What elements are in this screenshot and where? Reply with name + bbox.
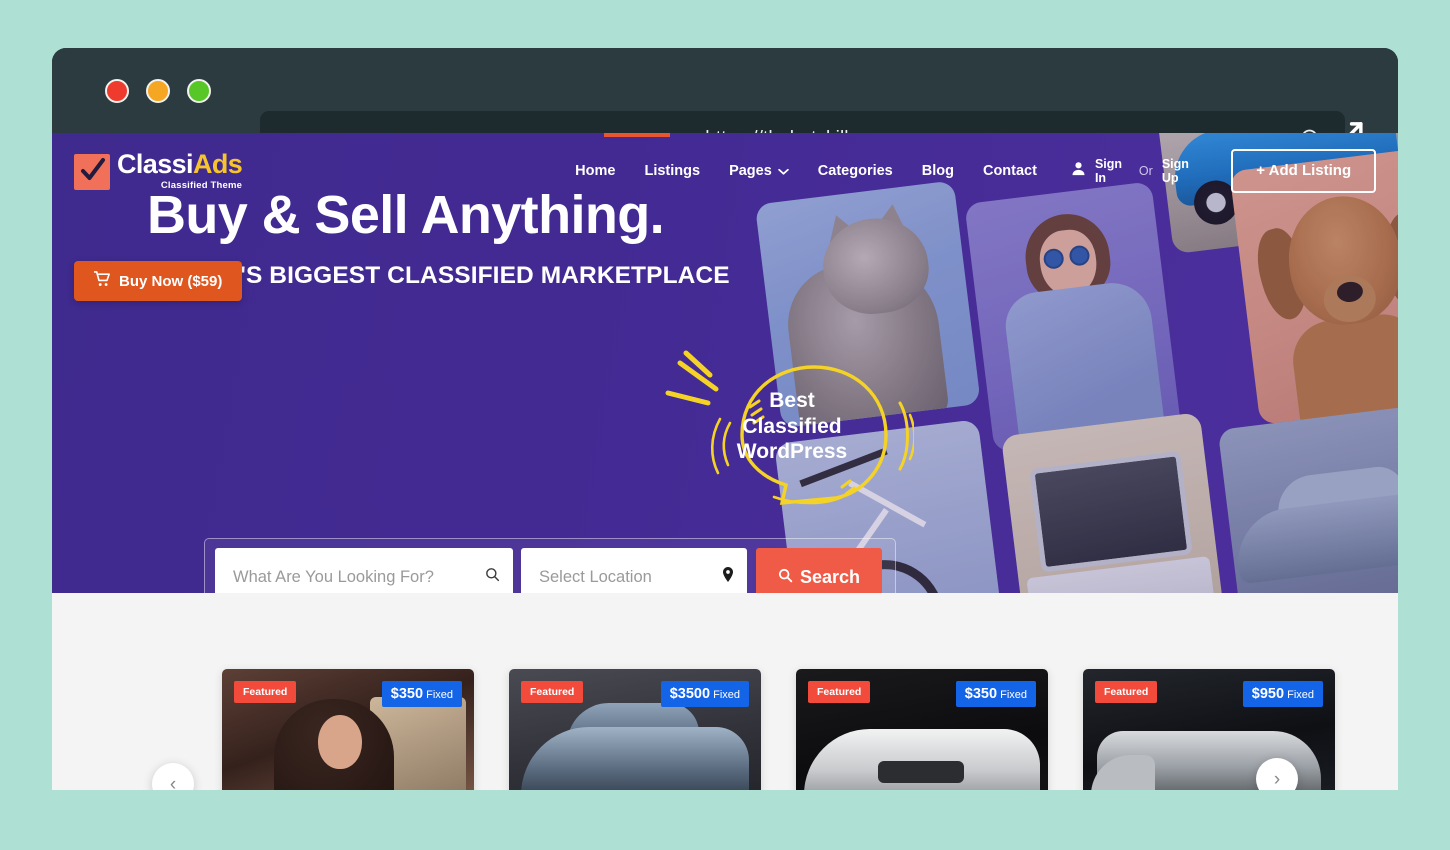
nav-item-contact[interactable]: Contact [983, 163, 1037, 179]
search-input[interactable] [233, 567, 479, 587]
logo-text-primary: Classi [117, 148, 194, 179]
nav-label: Categories [817, 162, 893, 179]
nav-item-home[interactable]: Home [575, 163, 615, 179]
minimize-window-button[interactable] [146, 78, 170, 103]
traffic-lights [105, 78, 211, 103]
buy-now-label: Buy Now ($59) [119, 272, 223, 290]
badge-line-1: Best [769, 389, 815, 412]
browser-window: https://thehotskills.com [52, 48, 1398, 790]
badge-text: Best Classified WordPress [722, 388, 862, 465]
nav-label: Listings [644, 162, 701, 179]
nav-label: Blog [921, 162, 954, 179]
location-field-wrapper[interactable] [521, 548, 747, 593]
collage-tile-grey-car [1217, 402, 1398, 593]
nav-label: Pages [729, 162, 772, 179]
search-button-label: Search [799, 566, 861, 587]
price-suffix: Fixed [713, 689, 740, 701]
auth-links: Sign In Or Sign Up [1071, 157, 1201, 185]
sign-up-link[interactable]: Sign Up [1162, 157, 1202, 185]
shopping-cart-icon [93, 271, 110, 291]
page-load-progress-bar [604, 133, 670, 137]
price-badge: $950 Fixed [1242, 681, 1323, 707]
browser-chrome: https://thehotskills.com [52, 48, 1398, 166]
price-value: $3500 [669, 686, 711, 702]
price-badge: $350 Fixed [381, 681, 462, 707]
badge-line-3: WordPress [736, 440, 848, 464]
nav-item-categories[interactable]: Categories [818, 163, 893, 179]
listing-card[interactable]: Featured $950 Fixed [1083, 669, 1335, 790]
chevron-down-icon [778, 163, 789, 179]
price-value: $950 [1251, 686, 1285, 702]
nav-item-listings[interactable]: Listings [644, 163, 700, 179]
maximize-window-button[interactable] [187, 78, 211, 103]
listing-card[interactable]: Featured $350 Fixed [796, 669, 1048, 790]
featured-badge: Featured [234, 681, 297, 703]
chevron-left-icon: ‹ [169, 773, 177, 791]
keyword-field-wrapper[interactable] [215, 548, 513, 593]
search-button[interactable]: Search [756, 548, 882, 593]
featured-badge: Featured [521, 681, 584, 703]
nav-label: Home [575, 162, 616, 179]
featured-listings-section: Featured $350 Fixed Featured $3500 Fixed [52, 593, 1398, 790]
hero-subheadline: WORLD'S BIGGEST CLASSIFIED MARKETPLACE [147, 262, 730, 289]
price-badge: $350 Fixed [955, 681, 1036, 707]
logo-tagline: Classified Theme [160, 179, 243, 191]
main-navigation: Home Listings Pages Categories Blog Cont… [575, 163, 1037, 179]
price-value: $350 [390, 686, 424, 702]
map-pin-icon [722, 567, 734, 587]
site-header: ClassiAds Classified Theme Home Listings… [52, 133, 1398, 208]
listing-cards-carousel: Featured $350 Fixed Featured $3500 Fixed [222, 669, 1335, 790]
price-suffix: Fixed [426, 689, 453, 701]
nav-item-blog[interactable]: Blog [922, 163, 954, 179]
carousel-prev-button[interactable]: ‹ [152, 763, 194, 790]
featured-badge: Featured [808, 681, 871, 703]
logo-checkmark-icon [74, 154, 110, 191]
search-icon [485, 567, 500, 587]
featured-badge: Featured [1095, 681, 1158, 703]
add-listing-button[interactable]: + Add Listing [1231, 148, 1376, 193]
price-value: $350 [964, 686, 998, 702]
close-window-button[interactable] [105, 78, 129, 103]
badge-line-2: Classified [742, 414, 842, 438]
logo-text-accent: Ads [192, 148, 243, 179]
search-icon [778, 567, 793, 588]
price-badge: $3500 Fixed [660, 681, 749, 707]
nav-item-pages[interactable]: Pages [729, 163, 789, 179]
listing-card[interactable]: Featured $3500 Fixed [509, 669, 761, 790]
listing-card[interactable]: Featured $350 Fixed [222, 669, 474, 790]
hero-search-bar: Search [204, 538, 896, 593]
buy-now-button[interactable]: Buy Now ($59) [74, 261, 243, 301]
best-classified-badge: Best Classified WordPress [664, 345, 916, 525]
hero-section: ClassiAds Classified Theme Home Listings… [52, 133, 1398, 593]
chevron-right-icon: › [1273, 768, 1281, 790]
sign-in-link[interactable]: Sign In [1095, 157, 1130, 185]
collage-tile-laptop [1000, 412, 1228, 593]
location-input[interactable] [539, 567, 713, 587]
site-logo[interactable]: ClassiAds Classified Theme [74, 148, 243, 191]
page-viewport: ClassiAds Classified Theme Home Listings… [52, 133, 1398, 790]
user-icon [1071, 161, 1086, 181]
nav-label: Contact [982, 162, 1037, 179]
auth-separator: Or [1138, 163, 1153, 178]
price-suffix: Fixed [1287, 689, 1314, 701]
price-suffix: Fixed [1000, 689, 1027, 701]
